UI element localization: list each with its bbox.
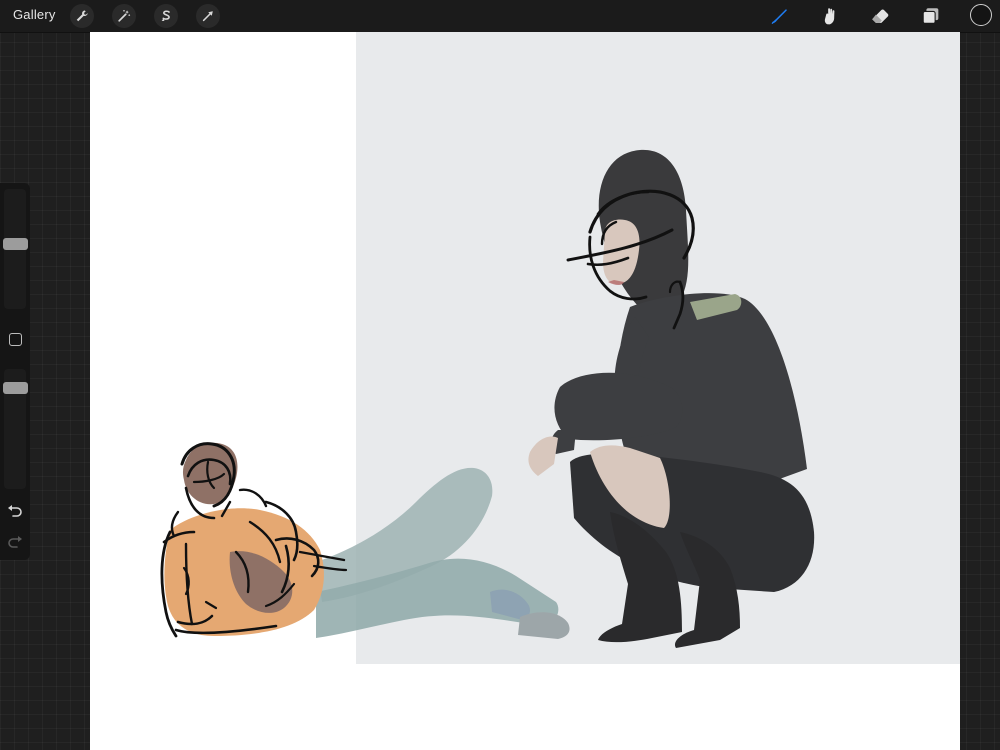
- gallery-button[interactable]: Gallery: [13, 7, 56, 22]
- opacity-slider-thumb[interactable]: [3, 381, 28, 394]
- smudge-icon: [824, 8, 835, 25]
- eraser-tool-button[interactable]: [868, 4, 892, 28]
- transform-button[interactable]: [196, 4, 220, 28]
- modify-button[interactable]: [9, 333, 22, 346]
- eraser-icon: [872, 9, 889, 23]
- wrench-icon: [76, 10, 88, 22]
- drawing-canvas[interactable]: [90, 32, 960, 750]
- smudge-tool-button[interactable]: [818, 4, 842, 28]
- adjustments-button[interactable]: [112, 4, 136, 28]
- canvas-artwork: [160, 32, 960, 664]
- brush-icon: [771, 9, 787, 25]
- layers-button[interactable]: [919, 4, 943, 28]
- selection-button[interactable]: [154, 4, 178, 28]
- brush-size-slider-thumb[interactable]: [3, 237, 28, 250]
- arrow-cursor-icon: [202, 11, 213, 22]
- procreate-app: Gallery: [0, 0, 1000, 750]
- layers-icon: [922, 8, 939, 24]
- brush-tool-button[interactable]: [768, 4, 792, 28]
- selection-s-icon: [161, 10, 170, 21]
- undo-icon[interactable]: [7, 503, 23, 517]
- left-sidebar: [0, 183, 30, 560]
- magic-wand-icon: [118, 9, 131, 22]
- top-toolbar: Gallery: [0, 0, 1000, 33]
- color-picker-button[interactable]: [970, 4, 992, 26]
- actions-button[interactable]: [70, 4, 94, 28]
- redo-icon[interactable]: [7, 534, 23, 548]
